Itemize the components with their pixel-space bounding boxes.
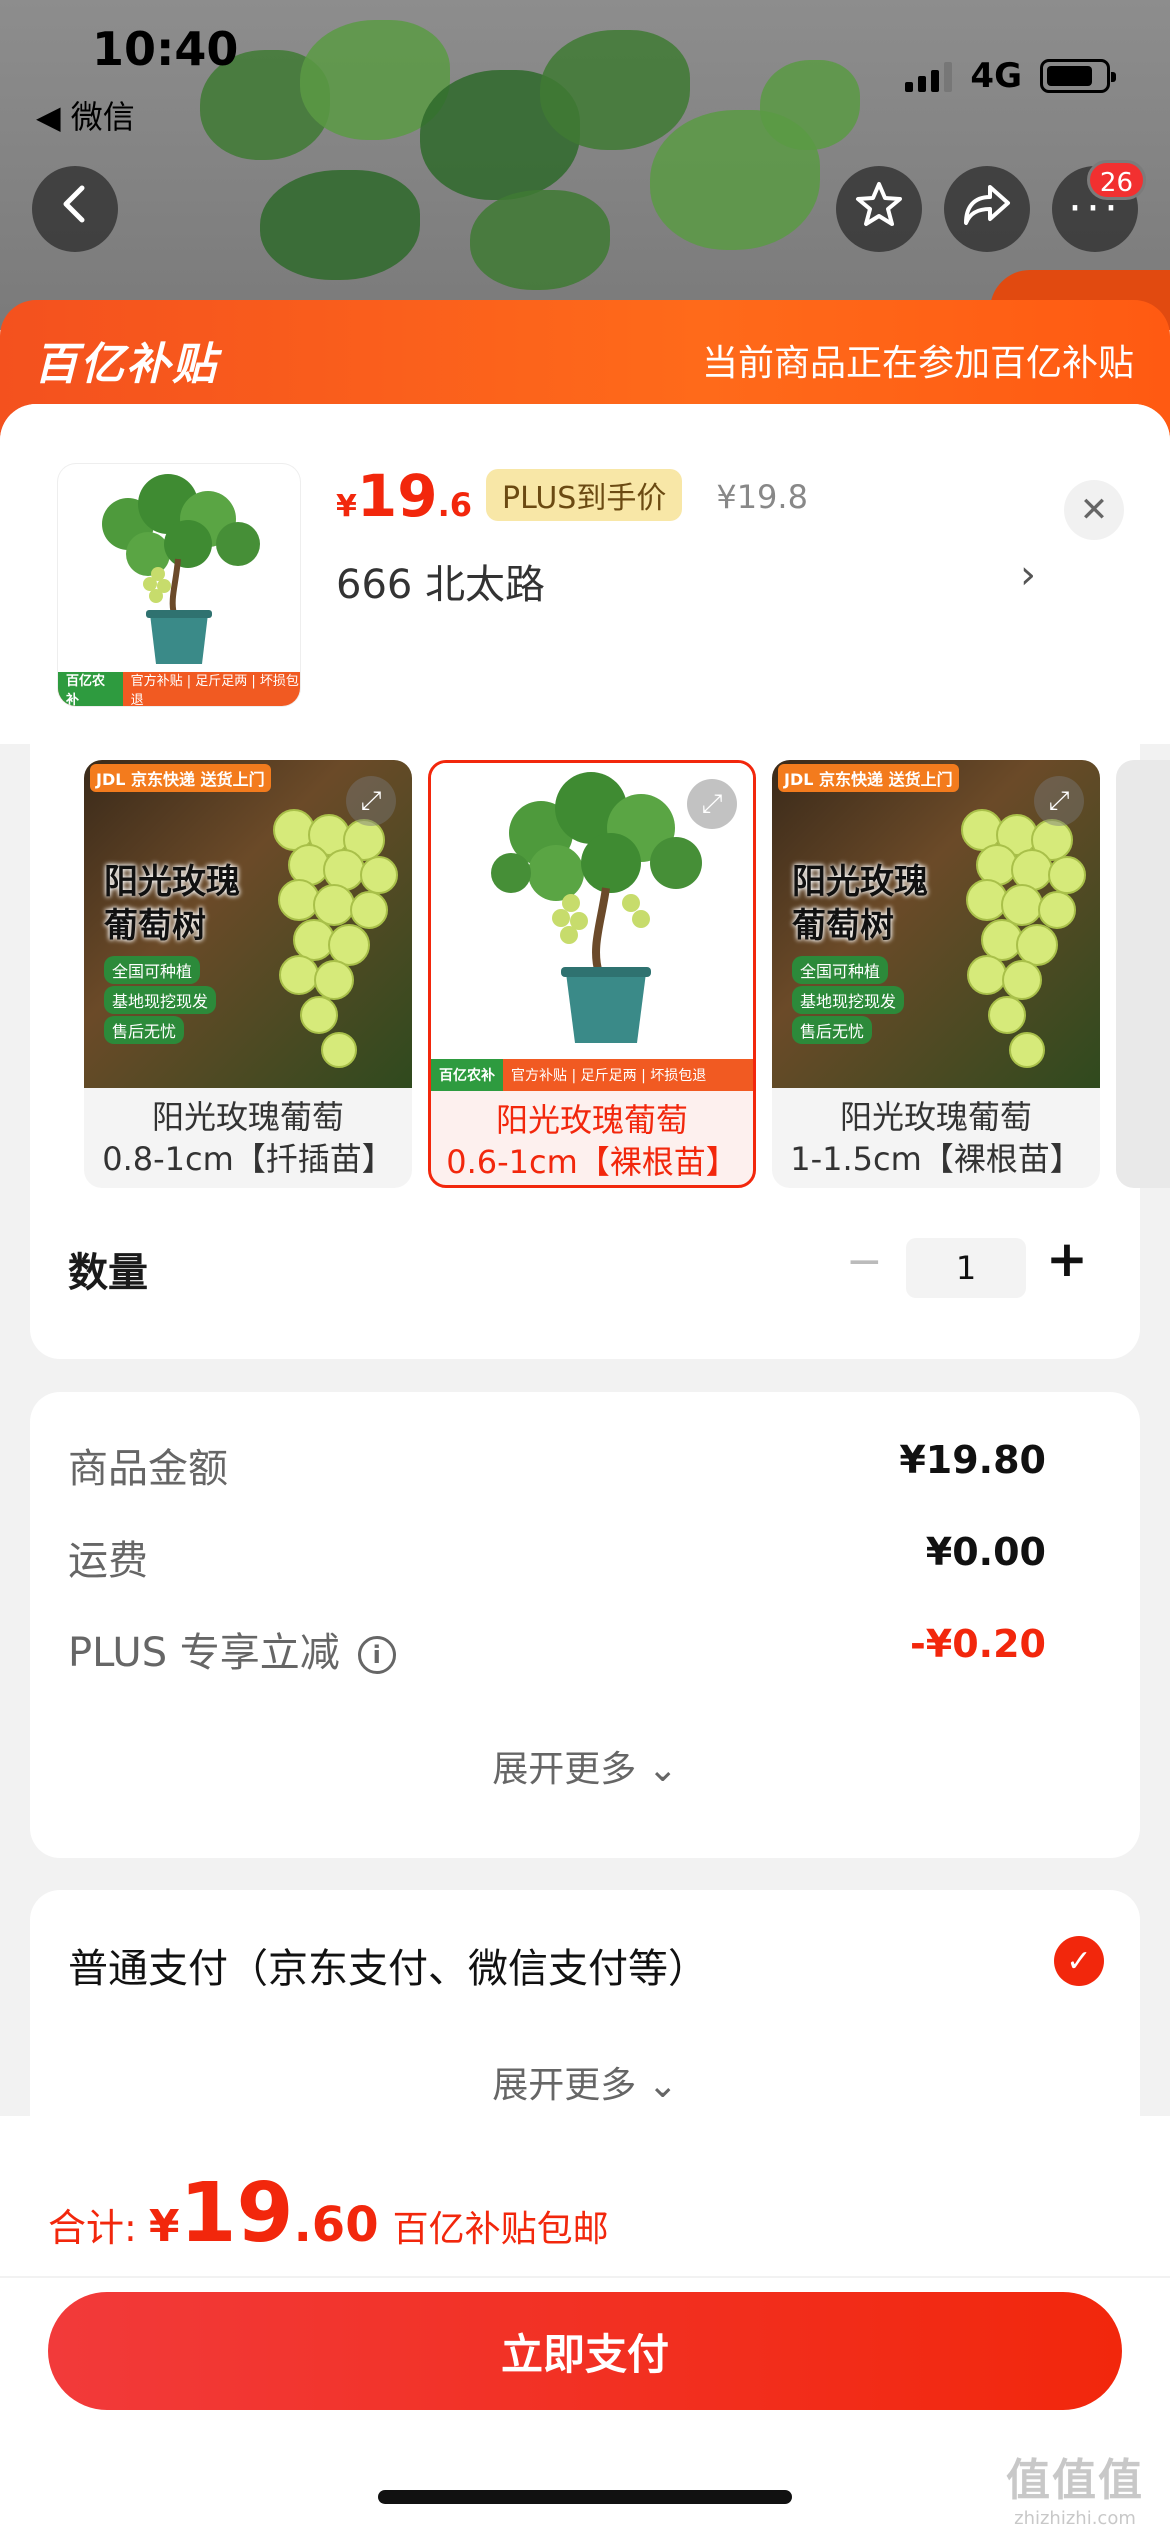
battery-icon (1040, 59, 1116, 93)
total-decimal: .60 (293, 2197, 379, 2253)
variant-image: ⤢ 百亿农补 官方补贴 | 足斤足两 | 坏损包退 (431, 763, 753, 1091)
plus-price-badge: PLUS到手价 (486, 469, 683, 521)
network-type: 4G (970, 56, 1022, 96)
divider (0, 2276, 1170, 2278)
delivery-address[interactable]: 666 北太路 (336, 552, 545, 610)
back-button[interactable] (32, 166, 118, 252)
expand-image-icon[interactable]: ⤢ (687, 779, 737, 829)
quantity-increase-button[interactable]: + (1046, 1230, 1088, 1288)
variant-option-partial[interactable] (1116, 760, 1170, 1188)
variant-option[interactable]: JDL 京东快递 送货上门 阳光玫瑰 葡萄树 全国可种植 基地现挖现发 售后无忧… (84, 760, 412, 1188)
variant-image-title: 阳光玫瑰 葡萄树 (792, 862, 928, 946)
shipping-label: 运费 (68, 1538, 148, 1584)
price-currency: ¥ (336, 489, 357, 524)
price-decimal: .6 (437, 486, 473, 524)
status-indicators: 4G (905, 56, 1116, 96)
variant-label: 阳光玫瑰葡萄 0.6-1cm【裸根苗】 (431, 1099, 753, 1183)
jdl-tag: JDL 京东快递 送货上门 (90, 764, 271, 792)
variant-label: 阳光玫瑰葡萄 0.8-1cm【扦插苗】 (84, 1096, 412, 1180)
pay-now-button[interactable]: 立即支付 (48, 2292, 1122, 2410)
plus-discount-label: PLUS 专享立减 (68, 1630, 340, 1676)
variant-image-title: 阳光玫瑰 葡萄树 (104, 862, 240, 946)
more-button[interactable]: ··· 26 (1052, 160, 1146, 252)
original-price: ¥19.8 (716, 478, 808, 516)
variant-label: 阳光玫瑰葡萄 1-1.5cm【裸根苗】 (772, 1096, 1100, 1180)
total-integer: 19 (179, 2166, 294, 2261)
close-icon: ✕ (1079, 490, 1109, 530)
feature-tag: 基地现挖现发 (104, 986, 217, 1014)
shipping-value: ¥0.00 (925, 1530, 1046, 1574)
variant-option-selected[interactable]: ⤢ 百亿农补 官方补贴 | 足斤足两 | 坏损包退 阳光玫瑰葡萄 0.6-1cm… (428, 760, 756, 1188)
plus-discount-value: -¥0.20 (910, 1622, 1046, 1666)
share-arrow-icon (960, 179, 1014, 240)
variant-strip-text: 官方补贴 | 足斤足两 | 坏损包退 (511, 1068, 707, 1084)
home-indicator[interactable] (378, 2490, 792, 2504)
variant-strip-logo: 百亿农补 (431, 1059, 503, 1091)
watermark-domain: zhizhizhi.com (1014, 2508, 1136, 2529)
expand-payment-button[interactable]: 展开更多 ⌄ (0, 2056, 1170, 2108)
variant-spec: 1-1.5cm【裸根苗】 (790, 1140, 1082, 1178)
current-price: ¥19.6 (336, 462, 472, 530)
total-currency: ¥ (148, 2201, 180, 2252)
subsidy-banner-text: 当前商品正在参加百亿补贴 (701, 343, 1134, 384)
expand-image-icon[interactable]: ⤢ (1034, 776, 1084, 826)
quantity-input[interactable]: 1 (906, 1238, 1026, 1298)
variant-subsidy-strip: 百亿农补 官方补贴 | 足斤足两 | 坏损包退 (431, 1059, 753, 1091)
payment-method-label[interactable]: 普通支付（京东支付、微信支付等） (68, 1936, 708, 1994)
checkmark-icon[interactable]: ✓ (1054, 1936, 1104, 1986)
expand-image-icon[interactable]: ⤢ (346, 776, 396, 826)
variant-name: 阳光玫瑰葡萄 (495, 1101, 688, 1139)
status-time: 10:40 (92, 22, 239, 76)
jdl-tag: JDL 京东快递 送货上门 (778, 764, 959, 792)
feature-tag: 售后无忧 (104, 1016, 185, 1044)
favorite-button[interactable] (836, 166, 922, 252)
expand-costs-button[interactable]: 展开更多 ⌄ (0, 1740, 1170, 1792)
variant-image: JDL 京东快递 送货上门 阳光玫瑰 葡萄树 全国可种植 基地现挖现发 售后无忧… (772, 760, 1100, 1088)
variant-spec: 0.8-1cm【扦插苗】 (102, 1140, 394, 1178)
quantity-label: 数量 (68, 1250, 148, 1296)
share-button[interactable] (944, 166, 1030, 252)
thumb-strip-text: 官方补贴 | 足斤足两 | 坏损包退 (130, 674, 299, 706)
variant-list: JDL 京东快递 送货上门 阳光玫瑰 葡萄树 全国可种植 基地现挖现发 售后无忧… (84, 760, 1170, 1190)
cart-count-badge: 26 (1086, 160, 1146, 200)
total-label: 合计: (48, 2206, 137, 2250)
variant-image: JDL 京东快递 送货上门 阳光玫瑰 葡萄树 全国可种植 基地现挖现发 售后无忧… (84, 760, 412, 1088)
back-to-wechat-link[interactable]: ◀ 微信 (36, 92, 135, 138)
thumb-strip-logo: 百亿农补 (58, 672, 123, 706)
feature-tag: 售后无忧 (792, 1016, 873, 1044)
site-watermark: 值值值 zhizhizhi.com (1000, 2444, 1150, 2529)
star-icon (854, 179, 904, 240)
thumb-subsidy-strip: 百亿农补 官方补贴 | 足斤足两 | 坏损包退 (58, 672, 300, 706)
address-chevron-icon[interactable]: › (1020, 552, 1036, 598)
free-shipping-note: 百亿补贴包邮 (392, 2209, 609, 2250)
quantity-decrease-button[interactable]: − (846, 1236, 883, 1287)
close-button[interactable]: ✕ (1064, 480, 1124, 540)
subsidy-logo: 百亿补贴 (34, 339, 218, 390)
goods-amount-label: 商品金额 (68, 1446, 228, 1492)
feature-tag: 基地现挖现发 (792, 986, 905, 1014)
watermark-logo: 值值值 (1006, 2455, 1144, 2506)
signal-icon (905, 60, 953, 92)
goods-amount-value: ¥19.80 (899, 1438, 1046, 1482)
price-integer: 19 (356, 462, 438, 530)
feature-tag: 全国可种植 (104, 956, 201, 984)
variant-spec: 0.6-1cm【裸根苗】 (446, 1143, 738, 1181)
product-thumbnail[interactable]: 百亿农补 官方补贴 | 足斤足两 | 坏损包退 (58, 464, 300, 706)
potted-grape-image (102, 474, 260, 664)
info-icon[interactable]: i (357, 1636, 396, 1674)
plus-discount-row: PLUS 专享立减 i (68, 1620, 396, 1678)
variant-option[interactable]: JDL 京东快递 送货上门 阳光玫瑰 葡萄树 全国可种植 基地现挖现发 售后无忧… (772, 760, 1100, 1188)
order-total: 合计: ¥ 19 .60 百亿补贴包邮 (48, 2166, 609, 2261)
chevron-left-icon (58, 184, 92, 235)
price-row: ¥19.6 PLUS到手价 ¥19.8 (336, 462, 808, 530)
feature-tag: 全国可种植 (792, 956, 889, 984)
variant-name: 阳光玫瑰葡萄 (839, 1098, 1032, 1136)
variant-name: 阳光玫瑰葡萄 (151, 1098, 344, 1136)
